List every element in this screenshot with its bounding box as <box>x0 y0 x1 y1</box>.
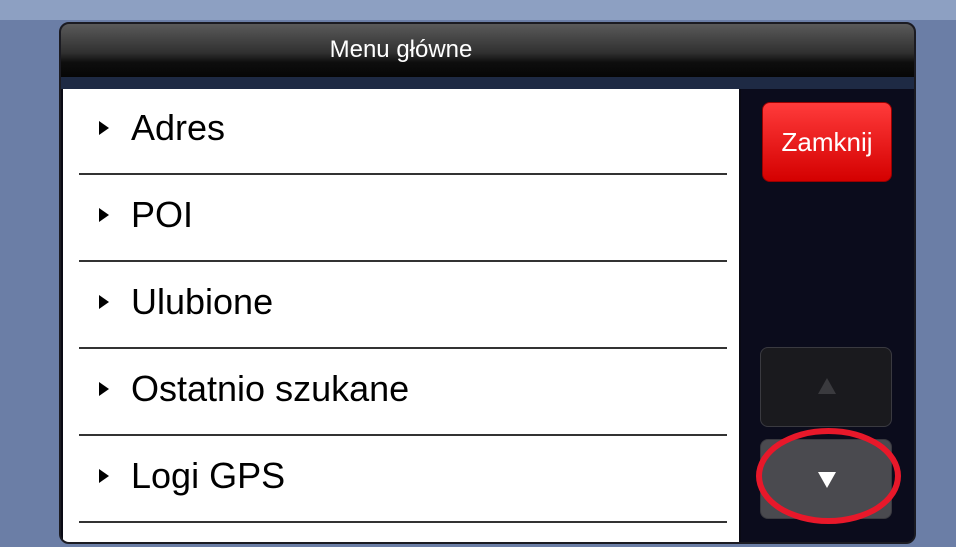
menu-item-label: Ulubione <box>131 281 274 322</box>
menu-item-logi-gps[interactable]: Logi GPS <box>79 437 727 523</box>
menu-item-adres[interactable]: Adres <box>79 89 727 175</box>
main-menu-window: Menu główne Adres POI Ulubione Ostatnio … <box>59 22 916 544</box>
scroll-up-button[interactable] <box>760 347 892 427</box>
play-arrow-icon <box>99 295 109 309</box>
play-arrow-icon <box>99 469 109 483</box>
menu-item-poi[interactable]: POI <box>79 176 727 262</box>
background-top-band <box>0 0 956 20</box>
title-bar-strip <box>61 77 914 89</box>
menu-item-ulubione[interactable]: Ulubione <box>79 263 727 349</box>
close-button[interactable]: Zamknij <box>762 102 892 182</box>
menu-list: Adres POI Ulubione Ostatnio szukane Logi… <box>63 89 739 542</box>
scroll-down-button[interactable] <box>760 439 892 519</box>
menu-item-ostatnio-szukane[interactable]: Ostatnio szukane <box>79 350 727 436</box>
menu-item-label: POI <box>131 194 194 235</box>
menu-item-label: Ostatnio szukane <box>131 368 410 409</box>
title-bar: Menu główne <box>61 24 914 89</box>
triangle-down-icon <box>818 472 836 488</box>
play-arrow-icon <box>99 208 109 222</box>
play-arrow-icon <box>99 121 109 135</box>
triangle-up-icon <box>818 378 836 394</box>
page-title: Menu główne <box>329 36 473 63</box>
side-panel: Zamknij <box>741 89 914 542</box>
menu-item-label: Adres <box>131 107 226 148</box>
menu-item-label: Logi GPS <box>131 455 286 496</box>
play-arrow-icon <box>99 382 109 396</box>
